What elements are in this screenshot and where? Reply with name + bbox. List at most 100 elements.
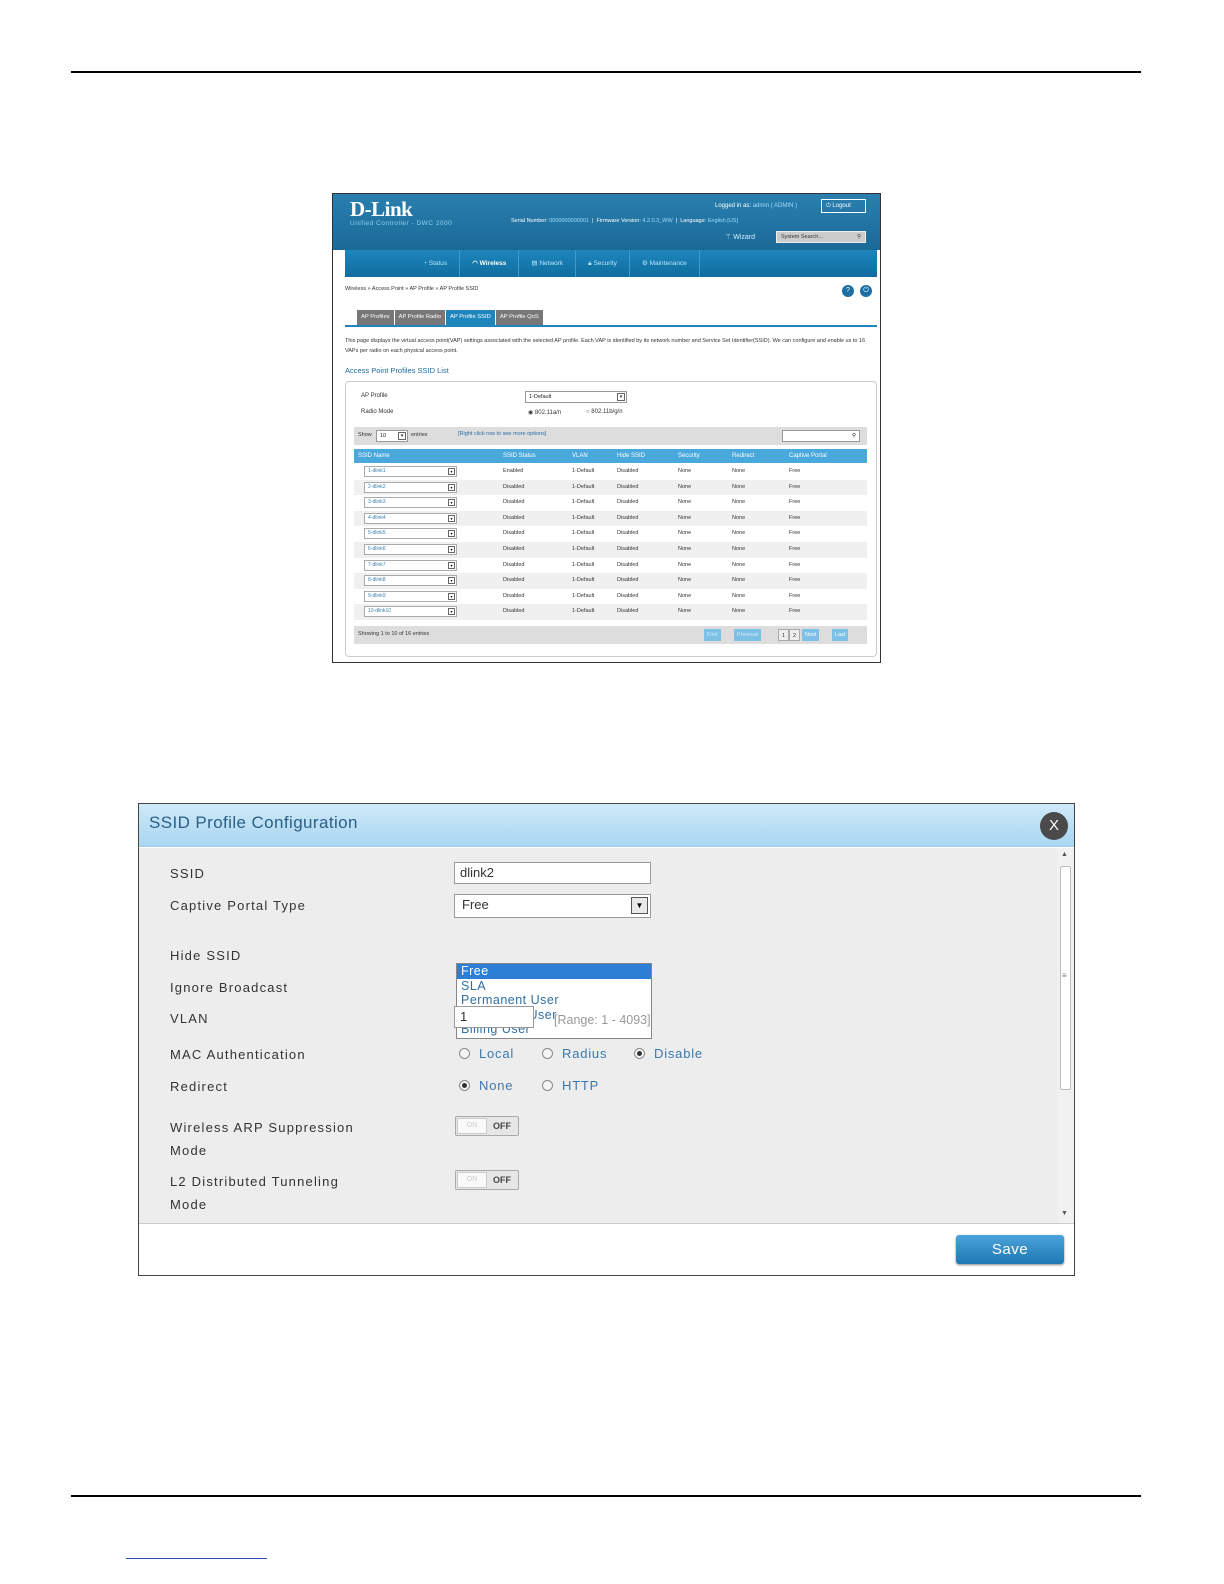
radio-label: Local bbox=[479, 1046, 515, 1061]
entries-select[interactable]: 10 ▾ bbox=[376, 430, 408, 442]
col-vlan[interactable]: VLAN bbox=[572, 449, 588, 463]
captive-portal-type-value: Free bbox=[462, 897, 489, 912]
logout-small-icon[interactable]: ⏻ bbox=[860, 285, 872, 297]
col-hide-ssid[interactable]: Hide SSID bbox=[617, 449, 645, 463]
table-row[interactable]: 6-dlink6 ▾ Disabled 1-Default Disabled None No… bbox=[354, 542, 867, 558]
page-description: This page displays the virtual access po… bbox=[345, 338, 866, 354]
chevron-down-icon: ▾ bbox=[448, 530, 455, 538]
col-ssid-name[interactable]: SSID Name bbox=[358, 449, 390, 463]
scroll-up-icon[interactable]: ▲ bbox=[1061, 851, 1068, 858]
ssid-name-select[interactable]: 1-dlink1 ▾ bbox=[364, 466, 457, 477]
tab-ap-profile-ssid[interactable]: AP Profile SSID bbox=[446, 310, 495, 325]
dialog-scrollbar[interactable]: ▲ ≡ ▼ bbox=[1057, 848, 1074, 1223]
ssid-name-select[interactable]: 6-dlink6 ▾ bbox=[364, 544, 457, 555]
tab-ap-profile-radio[interactable]: AP Profile Radio bbox=[394, 310, 446, 325]
scroll-down-icon[interactable]: ▼ bbox=[1061, 1210, 1068, 1217]
header-bar: D-Link Unified Controller - DWC 2000 Log… bbox=[333, 194, 880, 250]
radio-80211bgn[interactable]: ○ 802.11b/g/n bbox=[586, 409, 623, 415]
table-cell: None bbox=[732, 514, 746, 521]
radio-80211an[interactable]: ◉ 802.11a/n bbox=[528, 409, 561, 416]
system-search-input[interactable]: System Search... ⚲ bbox=[776, 231, 866, 243]
firmware-value: 4.2.0.3_WW bbox=[642, 218, 673, 224]
table-row[interactable]: 2-dlink2 ▾ Disabled 1-Default Disabled None No… bbox=[354, 479, 867, 496]
nav-security[interactable]: 🔒︎ Security bbox=[576, 250, 630, 277]
table-row[interactable]: 1-dlink1 ▾ Enabled 1-Default Disabled None Non… bbox=[354, 464, 867, 480]
col-redirect[interactable]: Redirect bbox=[732, 449, 754, 463]
table-row[interactable]: 9-dlink9 ▾ Disabled 1-Default Disabled None No… bbox=[354, 588, 867, 605]
nav-status[interactable]: ◔ Status bbox=[411, 250, 461, 277]
table-row[interactable]: 8-dlink8 ▾ Disabled 1-Default Disabled None No… bbox=[354, 573, 867, 589]
ssid-name-select[interactable]: 7-dlink7 ▾ bbox=[364, 559, 457, 571]
redirect-http-radio[interactable]: HTTP bbox=[542, 1078, 599, 1093]
ssid-input[interactable]: dlink2 bbox=[454, 862, 651, 884]
pager-page-1[interactable]: 1 bbox=[778, 629, 790, 641]
arp-suppression-toggle[interactable]: ON OFF bbox=[455, 1116, 519, 1136]
radio-label: Radius bbox=[562, 1046, 608, 1061]
table-row[interactable]: 5-dlink5 ▾ Disabled 1-Default Disabled None No… bbox=[354, 526, 867, 542]
table-cell: Free bbox=[789, 577, 801, 584]
table-cell: Free bbox=[789, 499, 801, 506]
gauge-icon: ◔ bbox=[423, 260, 427, 267]
col-captive-portal[interactable]: Captive Portal bbox=[789, 449, 827, 463]
ap-profile-value: 1-Default bbox=[529, 394, 552, 400]
ssid-name-select[interactable]: 5-dlink5 ▾ bbox=[364, 528, 457, 540]
nav-maintenance[interactable]: ⚙ Maintenance bbox=[630, 250, 700, 277]
logout-button[interactable]: ⏻ Logout bbox=[821, 199, 866, 213]
pager-page-2[interactable]: 2 bbox=[789, 629, 801, 641]
list-title: Access Point Profiles SSID List bbox=[345, 366, 449, 375]
breadcrumb: Wireless » Access Point » AP Profile » A… bbox=[345, 286, 479, 292]
nav-label: Security bbox=[593, 260, 617, 267]
ssid-name-select[interactable]: 10-dlink10 ▾ bbox=[364, 606, 457, 618]
table-cell: Free bbox=[789, 592, 801, 599]
option-free[interactable]: Free bbox=[457, 964, 651, 979]
table-cell: None bbox=[678, 608, 692, 615]
redirect-label: Redirect bbox=[170, 1079, 229, 1094]
tab-ap-profiles[interactable]: AP Profiles bbox=[357, 310, 394, 325]
right-click-hint: [Right click row to see more options] bbox=[458, 431, 547, 437]
table-row[interactable]: 7-dlink7 ▾ Disabled 1-Default Disabled None No… bbox=[354, 557, 867, 574]
col-ssid-status[interactable]: SSID Status bbox=[503, 449, 536, 463]
ssid-name-select[interactable]: 4-dlink4 ▾ bbox=[364, 512, 457, 524]
table-row[interactable]: 4-dlink4 ▾ Disabled 1-Default Disabled None No… bbox=[354, 510, 867, 527]
ssid-name-select[interactable]: 8-dlink8 ▾ bbox=[364, 575, 457, 587]
table-row[interactable]: 10-dlink10 ▾ Disabled 1-Default Disabled None… bbox=[354, 604, 867, 620]
close-button[interactable]: X bbox=[1040, 812, 1068, 840]
ssid-name-select[interactable]: 2-dlink2 ▾ bbox=[364, 481, 457, 493]
pager-previous[interactable]: Previous bbox=[734, 629, 762, 641]
l2-tunneling-label: L2 Distributed Tunneling Mode bbox=[170, 1170, 339, 1216]
nav-wireless[interactable]: ◠ Wireless bbox=[460, 250, 520, 277]
col-security[interactable]: Security bbox=[678, 449, 700, 463]
redirect-none-radio[interactable]: None bbox=[459, 1078, 513, 1093]
ssid-name-select[interactable]: 3-dlink3 ▾ bbox=[364, 497, 457, 509]
language-value[interactable]: English [US] bbox=[708, 218, 738, 224]
ap-profile-select[interactable]: 1-Default ▾ bbox=[525, 391, 627, 403]
dialog-body: SSID dlink2 Captive Portal Type Free ▼ F… bbox=[139, 848, 1057, 1223]
captive-portal-type-select[interactable]: Free ▼ bbox=[454, 894, 651, 918]
tab-ap-profile-qos[interactable]: AP Profile QoS bbox=[495, 310, 543, 325]
pager-next[interactable]: Next bbox=[802, 629, 820, 641]
table-cell: None bbox=[732, 499, 746, 506]
ssid-name-select[interactable]: 9-dlink9 ▾ bbox=[364, 590, 457, 602]
table-search-input[interactable]: ⚲ bbox=[782, 430, 860, 442]
table-cell: None bbox=[678, 592, 692, 599]
nav-label: Status bbox=[428, 260, 448, 267]
l2-tunneling-toggle[interactable]: ON OFF bbox=[455, 1170, 519, 1190]
bottom-rule bbox=[71, 1495, 1141, 1497]
table-row[interactable]: 3-dlink3 ▾ Disabled 1-Default Disabled None No… bbox=[354, 495, 867, 511]
pager-last[interactable]: Last bbox=[832, 629, 849, 641]
nav-network[interactable]: ▤ Network bbox=[519, 250, 577, 277]
option-sla[interactable]: SLA bbox=[457, 979, 651, 994]
table-cell: Free bbox=[789, 468, 801, 474]
dialog-title: SSID Profile Configuration bbox=[149, 813, 358, 832]
wizard-link[interactable]: ⚚ Wizard bbox=[725, 233, 755, 241]
save-button[interactable]: Save bbox=[956, 1235, 1064, 1264]
pager-first[interactable]: First bbox=[704, 629, 721, 641]
help-icon[interactable]: ? bbox=[842, 285, 854, 297]
table-cell: None bbox=[732, 577, 746, 584]
vlan-input[interactable]: 1 bbox=[454, 1006, 534, 1028]
mac-auth-local-radio[interactable]: Local bbox=[459, 1046, 514, 1061]
mac-auth-disable-radio[interactable]: Disable bbox=[634, 1046, 703, 1061]
mac-auth-radius-radio[interactable]: Radius bbox=[542, 1046, 607, 1061]
scroll-thumb[interactable]: ≡ bbox=[1060, 866, 1071, 1090]
ssid-name-value: 6-dlink6 bbox=[368, 546, 386, 552]
